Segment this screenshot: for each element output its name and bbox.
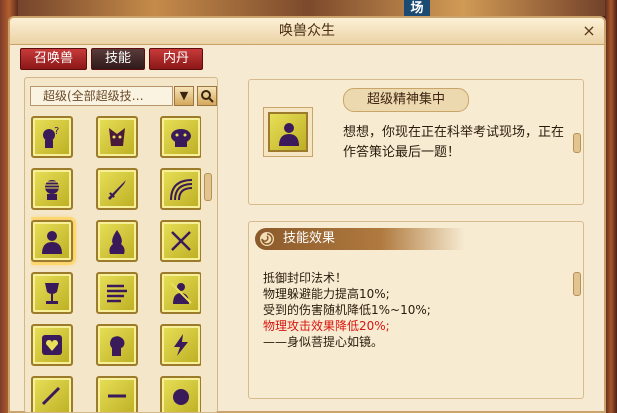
silhouette-icon: [42, 231, 62, 254]
flame-figure-icon: [109, 230, 125, 254]
chevron-down-icon[interactable]: ▼: [174, 86, 194, 106]
skill-slot[interactable]: [96, 376, 138, 412]
effect-line: 受到的伤害随机降低1%~10%;: [263, 303, 431, 317]
tab-summon-beast[interactable]: 召唤兽: [20, 48, 88, 70]
effect-header-label: 技能效果: [283, 231, 336, 246]
skill-slot[interactable]: [160, 272, 201, 314]
sword-icon: [108, 180, 126, 200]
heart-gem-icon: [42, 335, 62, 355]
effect-line: 物理攻击效果降低20%;: [263, 319, 390, 333]
skill-description: 想想，你现在正在科举考试现场，正在作答策论最后一题！: [343, 125, 565, 160]
feather-head-icon: [45, 180, 59, 200]
skill-slot[interactable]: [160, 168, 201, 210]
selected-skill-icon-frame: [263, 107, 313, 157]
scene-roof: [0, 0, 617, 16]
skill-slot[interactable]: [31, 324, 73, 366]
scene-right-pillar: [605, 0, 617, 413]
window-title: 唤兽众生: [279, 23, 335, 39]
effect-line: 抵御封印法术！: [263, 271, 348, 285]
scrollbar-thumb[interactable]: [573, 272, 581, 296]
slashed-figure-icon: [170, 282, 192, 304]
question-head-icon: ?: [43, 126, 59, 148]
effect-lines: 抵御封印法术！ 物理躲避能力提高10%; 受到的伤害随机降低1%~10%; 物理攻击效…: [263, 270, 563, 350]
skill-slot[interactable]: [160, 376, 201, 412]
close-button[interactable]: ×: [580, 22, 598, 40]
skill-slot[interactable]: [160, 116, 201, 158]
tab-inner-core[interactable]: 内丹: [149, 48, 204, 70]
skill-effect-panel: 技能效果 抵御封印法术！ 物理躲避能力提高10%; 受到的伤害随机降低1%~10%;…: [248, 221, 584, 399]
swirl-icon: [260, 232, 274, 246]
window-titlebar[interactable]: 唤兽众生 ×: [10, 18, 604, 45]
effect-line: ——身似菩提心如镜。: [263, 335, 384, 349]
head-profile-icon: [110, 336, 125, 356]
partial-icon-3: [173, 389, 189, 405]
svg-text:?: ?: [54, 126, 59, 137]
scrollbar-thumb[interactable]: [573, 133, 581, 153]
skill-slot[interactable]: [160, 220, 201, 262]
skill-slot[interactable]: [96, 116, 138, 158]
skill-slot[interactable]: [96, 168, 138, 210]
skill-slot[interactable]: [160, 324, 201, 366]
dragon-head-icon: [171, 129, 191, 147]
skill-slot[interactable]: [31, 168, 73, 210]
rainbow-arc-icon: [170, 179, 193, 201]
skill-slot[interactable]: [96, 220, 138, 262]
skill-name: 超级精神集中: [343, 88, 469, 112]
scrollbar-thumb[interactable]: [204, 173, 212, 201]
lightning-icon: [174, 334, 188, 356]
silhouette-icon: [268, 112, 308, 152]
wind-lines-icon: [107, 284, 127, 303]
partial-icon-1: [41, 386, 61, 406]
skill-list-panel: 超级(全部超级技… ▼ ?: [24, 77, 218, 413]
skill-detail-panel: 超级精神集中 想想，你现在正在科举考试现场，正在作答策论最后一题！: [248, 79, 584, 205]
demon-face-icon: [109, 128, 125, 146]
effect-header: 技能效果: [255, 228, 465, 250]
partial-icon-2: [108, 394, 126, 398]
skill-slot[interactable]: [31, 217, 76, 265]
skill-slot[interactable]: [31, 272, 73, 314]
summon-beast-window: 唤兽众生 × 召唤兽 技能 内丹 超级(全部超级技… ▼ ? 超级精神集中 想想…: [8, 16, 606, 413]
skill-slot[interactable]: [96, 324, 138, 366]
skill-grid: ?: [31, 116, 201, 412]
skill-slot[interactable]: [96, 272, 138, 314]
goblet-icon: [45, 283, 59, 304]
tab-bar: 召唤兽 技能 内丹: [20, 48, 204, 70]
skill-filter-select[interactable]: 超级(全部超级技…: [30, 86, 173, 106]
skill-list-scrollbar[interactable]: [202, 77, 212, 413]
effect-line: 物理躲避能力提高10%;: [263, 287, 390, 301]
crossed-swords-icon: [171, 231, 191, 251]
skill-slot[interactable]: ?: [31, 116, 73, 158]
skill-slot[interactable]: [31, 376, 73, 412]
tab-skills[interactable]: 技能: [91, 48, 146, 70]
